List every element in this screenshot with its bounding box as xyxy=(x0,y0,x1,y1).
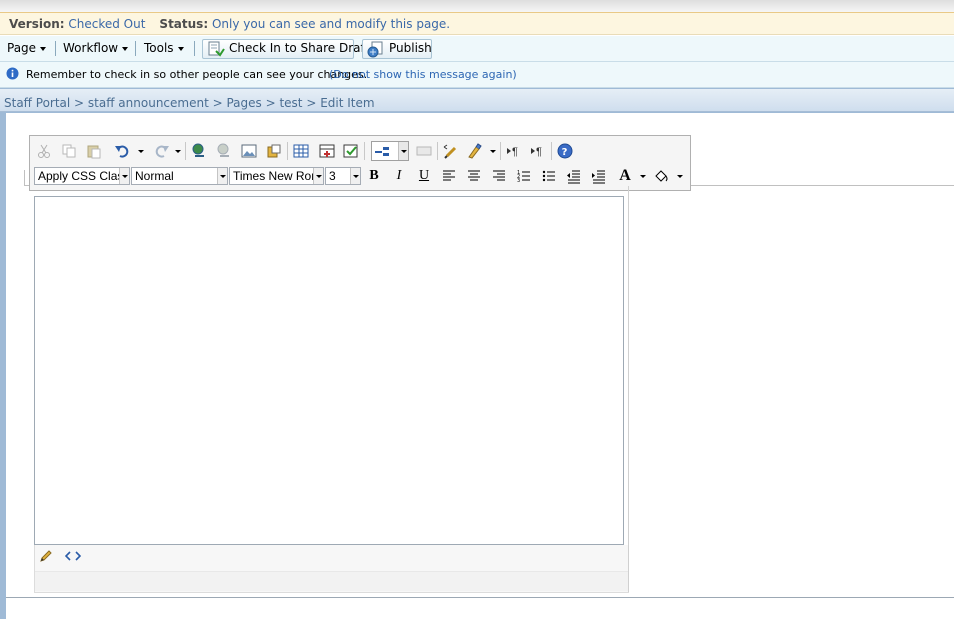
toolbar-divider xyxy=(364,142,365,160)
design-view-pencil-icon[interactable] xyxy=(39,549,53,563)
background-color-icon[interactable] xyxy=(651,166,671,186)
insert-table-icon[interactable] xyxy=(291,141,311,161)
check-in-button[interactable]: Check In to Share Draft xyxy=(202,39,369,59)
info-icon xyxy=(6,67,19,80)
version-label: Version: xyxy=(9,17,65,31)
right-to-left-icon[interactable]: ¶ xyxy=(504,141,524,161)
field-divider-edge xyxy=(24,170,25,186)
status-value: Only you can see and modify this page. xyxy=(211,17,451,31)
styles-dropdown-icon[interactable] xyxy=(490,150,496,153)
workflow-menu-label: Workflow xyxy=(63,41,119,55)
font-value: Times New Roman xyxy=(233,169,323,183)
bulleted-list-icon[interactable] xyxy=(539,166,559,186)
breadcrumb-text[interactable]: Staff Portal > staff announcement > Page… xyxy=(4,96,375,110)
align-center-icon[interactable] xyxy=(464,166,484,186)
rich-text-editor-area[interactable] xyxy=(34,196,624,545)
version-value: Checked Out xyxy=(68,17,146,31)
background-color-dropdown-icon[interactable] xyxy=(677,175,683,178)
help-icon[interactable]: ? xyxy=(555,141,575,161)
insert-row-icon[interactable] xyxy=(317,141,337,161)
style-dropdown[interactable]: Normal xyxy=(131,167,228,185)
breadcrumb: Staff Portal > staff announcement > Page… xyxy=(0,88,954,112)
toolbar-divider xyxy=(437,142,438,160)
redo-dropdown-icon[interactable] xyxy=(175,150,181,153)
left-to-right-icon[interactable]: ¶ xyxy=(528,141,548,161)
undo-icon[interactable] xyxy=(112,141,132,161)
toolbar-divider xyxy=(135,41,136,56)
bold-button[interactable]: B xyxy=(364,166,384,186)
tools-menu-label: Tools xyxy=(144,41,174,55)
font-color-icon[interactable]: A xyxy=(615,166,635,186)
page-menu[interactable]: Page xyxy=(7,41,47,55)
insert-image-icon[interactable] xyxy=(239,141,259,161)
numbered-list-icon[interactable]: 123 xyxy=(514,166,534,186)
redo-icon[interactable] xyxy=(152,141,172,161)
underline-button[interactable]: U xyxy=(414,166,434,186)
copy-icon[interactable] xyxy=(59,141,79,161)
page-menu-label: Page xyxy=(7,41,37,55)
font-size-value: 3 xyxy=(329,169,336,183)
chevron-down-icon xyxy=(40,46,47,51)
page-editing-toolbar: Page Workflow Tools Check In to Share Dr… xyxy=(0,36,954,62)
svg-text:¶: ¶ xyxy=(536,146,542,158)
dismiss-message-link[interactable]: (Do not show this message again) xyxy=(329,68,517,81)
italic-button[interactable]: I xyxy=(389,166,409,186)
reusable-content-icon[interactable] xyxy=(264,141,284,161)
editor-status-strip xyxy=(35,571,628,591)
rich-text-toolbar: ¶ ¶ ? Apply CSS Class Normal Times New R… xyxy=(29,135,691,191)
remove-hyperlink-icon[interactable] xyxy=(214,141,234,161)
cut-icon[interactable] xyxy=(34,141,54,161)
styles-brush-icon[interactable] xyxy=(464,141,484,161)
toolbar-row-1: ¶ ¶ ? xyxy=(34,141,594,161)
workflow-menu[interactable]: Workflow xyxy=(63,41,129,55)
decrease-indent-icon[interactable] xyxy=(564,166,584,186)
toolbar-divider xyxy=(551,142,552,160)
check-in-icon xyxy=(208,41,225,57)
undo-dropdown-icon[interactable] xyxy=(138,150,144,153)
css-class-dropdown[interactable]: Apply CSS Class xyxy=(34,167,130,185)
insert-web-part-icon[interactable] xyxy=(371,141,409,161)
font-dropdown[interactable]: Times New Roman xyxy=(229,167,324,185)
editor-right-border xyxy=(628,186,629,592)
toolbar-divider xyxy=(287,142,288,160)
insert-hyperlink-icon[interactable] xyxy=(189,141,209,161)
toolbar-row-2: Apply CSS Class Normal Times New Roman 3… xyxy=(34,166,689,186)
svg-text:?: ? xyxy=(562,147,568,158)
align-left-icon[interactable] xyxy=(439,166,459,186)
top-fade xyxy=(0,0,954,12)
publish-icon xyxy=(367,41,383,58)
svg-text:¶: ¶ xyxy=(512,146,518,158)
editor-footer xyxy=(34,545,629,593)
message-bar: Remember to check in so other people can… xyxy=(0,62,954,88)
publish-button[interactable]: Publish xyxy=(362,39,432,59)
toolbar-divider xyxy=(500,142,501,160)
style-value: Normal xyxy=(135,169,174,183)
align-right-icon[interactable] xyxy=(489,166,509,186)
chevron-down-icon xyxy=(177,46,184,51)
toolbar-divider xyxy=(185,142,186,160)
edit-html-source-icon[interactable] xyxy=(440,141,460,161)
font-size-dropdown[interactable]: 3 xyxy=(325,167,361,185)
merge-cells-icon[interactable] xyxy=(414,141,434,161)
svg-text:3: 3 xyxy=(517,178,520,184)
toolbar-divider xyxy=(194,41,195,56)
page-status-bar: Version: Checked Out Status: Only you can… xyxy=(0,12,954,35)
status-label: Status: xyxy=(159,17,209,31)
html-view-icon[interactable] xyxy=(65,550,81,562)
message-text: Remember to check in so other people can… xyxy=(26,68,368,81)
font-color-dropdown-icon[interactable] xyxy=(640,175,646,178)
increase-indent-icon[interactable] xyxy=(589,166,609,186)
check-in-label: Check In to Share Draft xyxy=(229,41,370,55)
toolbar-divider xyxy=(55,41,56,56)
table-properties-icon[interactable] xyxy=(341,141,361,161)
tools-menu[interactable]: Tools xyxy=(144,41,184,55)
chevron-down-icon xyxy=(122,46,129,51)
css-class-value: Apply CSS Class xyxy=(38,169,130,183)
paste-icon[interactable] xyxy=(84,141,104,161)
publish-label: Publish xyxy=(389,41,432,55)
